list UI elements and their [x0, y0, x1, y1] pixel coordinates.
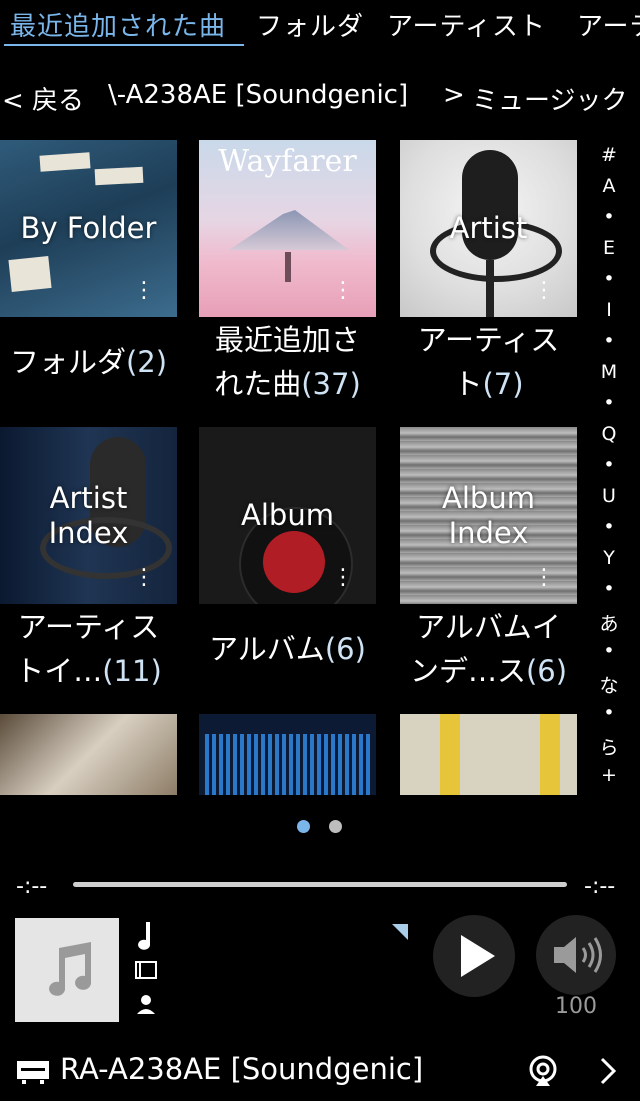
speaker-icon [554, 937, 602, 973]
tile-count: (6) [324, 632, 366, 666]
tile-caption: フォルダ(2) [0, 318, 177, 408]
album-index-thumbnail: Album Index ⋮ [400, 427, 577, 604]
tile-label-line2: トイ… [15, 654, 103, 688]
tile-label: アーティス [417, 323, 560, 357]
index-dot: • [603, 578, 615, 600]
tile-label-line2: ンデ…ス [409, 654, 526, 688]
overlay-line1: Artist [49, 480, 128, 515]
tile-label: 最近追加さ [214, 323, 360, 357]
more-options-icon[interactable]: ⋮ [332, 280, 354, 302]
index-letter[interactable]: # [596, 144, 622, 166]
music-note-icon [49, 942, 92, 996]
device-name[interactable]: RA-A238AE [Soundgenic] [60, 1052, 423, 1086]
breadcrumb-separator: > [443, 80, 465, 110]
volume-button[interactable] [536, 915, 616, 995]
artist-index-thumbnail: Artist Index ⋮ [0, 427, 177, 604]
active-tab-indicator [4, 44, 244, 46]
tab-artist[interactable]: アーティスト [387, 6, 546, 43]
expand-indicator-icon[interactable] [392, 924, 408, 940]
index-dot: • [603, 392, 615, 414]
overlay-line2: Index [48, 515, 129, 550]
tab-artist-index[interactable]: アーテ [577, 6, 640, 43]
tile-count: (11) [102, 654, 162, 688]
tab-folder[interactable]: フォルダ [256, 6, 364, 43]
index-dot: • [603, 454, 615, 476]
tile-count: (2) [125, 345, 168, 379]
tile-caption: アーティス ト(7) [400, 318, 577, 408]
breadcrumb-current: ミュージック [472, 86, 628, 116]
tile-label: アーティス [17, 610, 160, 644]
back-button[interactable]: < 戻る [2, 80, 84, 117]
index-letter[interactable]: ら [596, 733, 622, 760]
chevron-right-icon[interactable] [598, 1056, 618, 1086]
elapsed-time: -:-- [16, 874, 48, 899]
now-playing-artwork[interactable] [15, 918, 119, 1022]
sheet-music-thumbnail [0, 714, 177, 795]
date-thumbnail [400, 714, 577, 795]
index-dot: • [603, 640, 615, 662]
top-tab-bar: 最近追加された曲 フォルダ アーティスト アーテ [0, 0, 640, 46]
index-letter[interactable]: A [596, 175, 622, 197]
browse-grid: By Folder ⋮ フォルダ(2) Wayfarer ⋮ 最近追加さ れた曲… [0, 140, 590, 795]
tile-label: フォルダ [9, 345, 126, 379]
index-dot: • [603, 268, 615, 290]
more-options-icon[interactable]: ⋮ [533, 280, 555, 302]
tile-label-line2: ト [453, 367, 483, 401]
index-dot: • [603, 206, 615, 228]
index-dot: • [603, 702, 615, 724]
tile-caption: アルバム(6) [199, 605, 376, 695]
tile-caption: アルバムイ ンデ…ス(6) [400, 605, 577, 695]
overlay-line1: Album [442, 480, 535, 515]
more-options-icon[interactable]: ⋮ [133, 280, 155, 302]
artist-thumbnail: Artist ⋮ [400, 140, 577, 317]
index-letter[interactable]: あ [596, 609, 622, 636]
index-letter[interactable]: な [596, 671, 622, 698]
airplay-icon[interactable] [528, 1054, 558, 1088]
page-dot[interactable] [329, 820, 342, 833]
tile-overlay-text: Wayfarer [218, 144, 357, 179]
index-letter[interactable]: I [596, 299, 622, 321]
tile-count: (6) [525, 654, 568, 688]
device-icon [17, 1061, 49, 1084]
tile-count: (37) [301, 367, 361, 401]
album-art-thumbnail: Wayfarer ⋮ [199, 140, 376, 317]
album-icon [134, 960, 158, 984]
artist-icon [134, 992, 158, 1020]
index-letter[interactable]: Q [596, 423, 622, 445]
index-dot: • [603, 516, 615, 538]
play-button[interactable] [433, 915, 515, 997]
overlay-line2: Index [448, 515, 529, 550]
volume-level: 100 [555, 994, 597, 1019]
device-bar[interactable]: RA-A238AE [Soundgenic] [0, 1046, 640, 1096]
index-letter[interactable]: E [596, 237, 622, 259]
index-dot: • [603, 330, 615, 352]
index-letter[interactable]: M [596, 361, 622, 383]
tab-recently-added[interactable]: 最近追加された曲 [10, 6, 226, 43]
index-letter[interactable]: Y [596, 547, 622, 569]
breadcrumb-server[interactable]: \-A238AE [Soundgenic] [108, 80, 408, 110]
tile-label: アルバム [209, 632, 325, 666]
tile-caption: 最近追加さ れた曲(37) [199, 318, 376, 408]
seek-bar[interactable] [73, 882, 567, 887]
remaining-time: -:-- [584, 874, 616, 899]
breadcrumb: < 戻る \-A238AE [Soundgenic] > ミュージック [0, 80, 640, 120]
index-letter[interactable]: U [596, 485, 622, 507]
tile-label: アルバムイ [416, 610, 561, 644]
more-options-icon[interactable]: ⋮ [133, 567, 155, 589]
index-rail[interactable]: # A • E • I • M • Q • U • Y • あ • な • ら … [596, 140, 626, 800]
format-thumbnail [199, 714, 376, 795]
index-letter[interactable]: + [596, 764, 622, 786]
folder-thumbnail: By Folder ⋮ [0, 140, 177, 317]
page-dot-active[interactable] [297, 820, 310, 833]
album-thumbnail: Album ⋮ [199, 427, 376, 604]
tile-caption: アーティス トイ…(11) [0, 605, 177, 695]
note-icon [134, 920, 156, 954]
play-icon [461, 935, 495, 977]
tile-label-line2: れた曲 [214, 367, 302, 401]
tile-count: (7) [482, 367, 524, 401]
more-options-icon[interactable]: ⋮ [533, 567, 555, 589]
more-options-icon[interactable]: ⋮ [332, 567, 354, 589]
